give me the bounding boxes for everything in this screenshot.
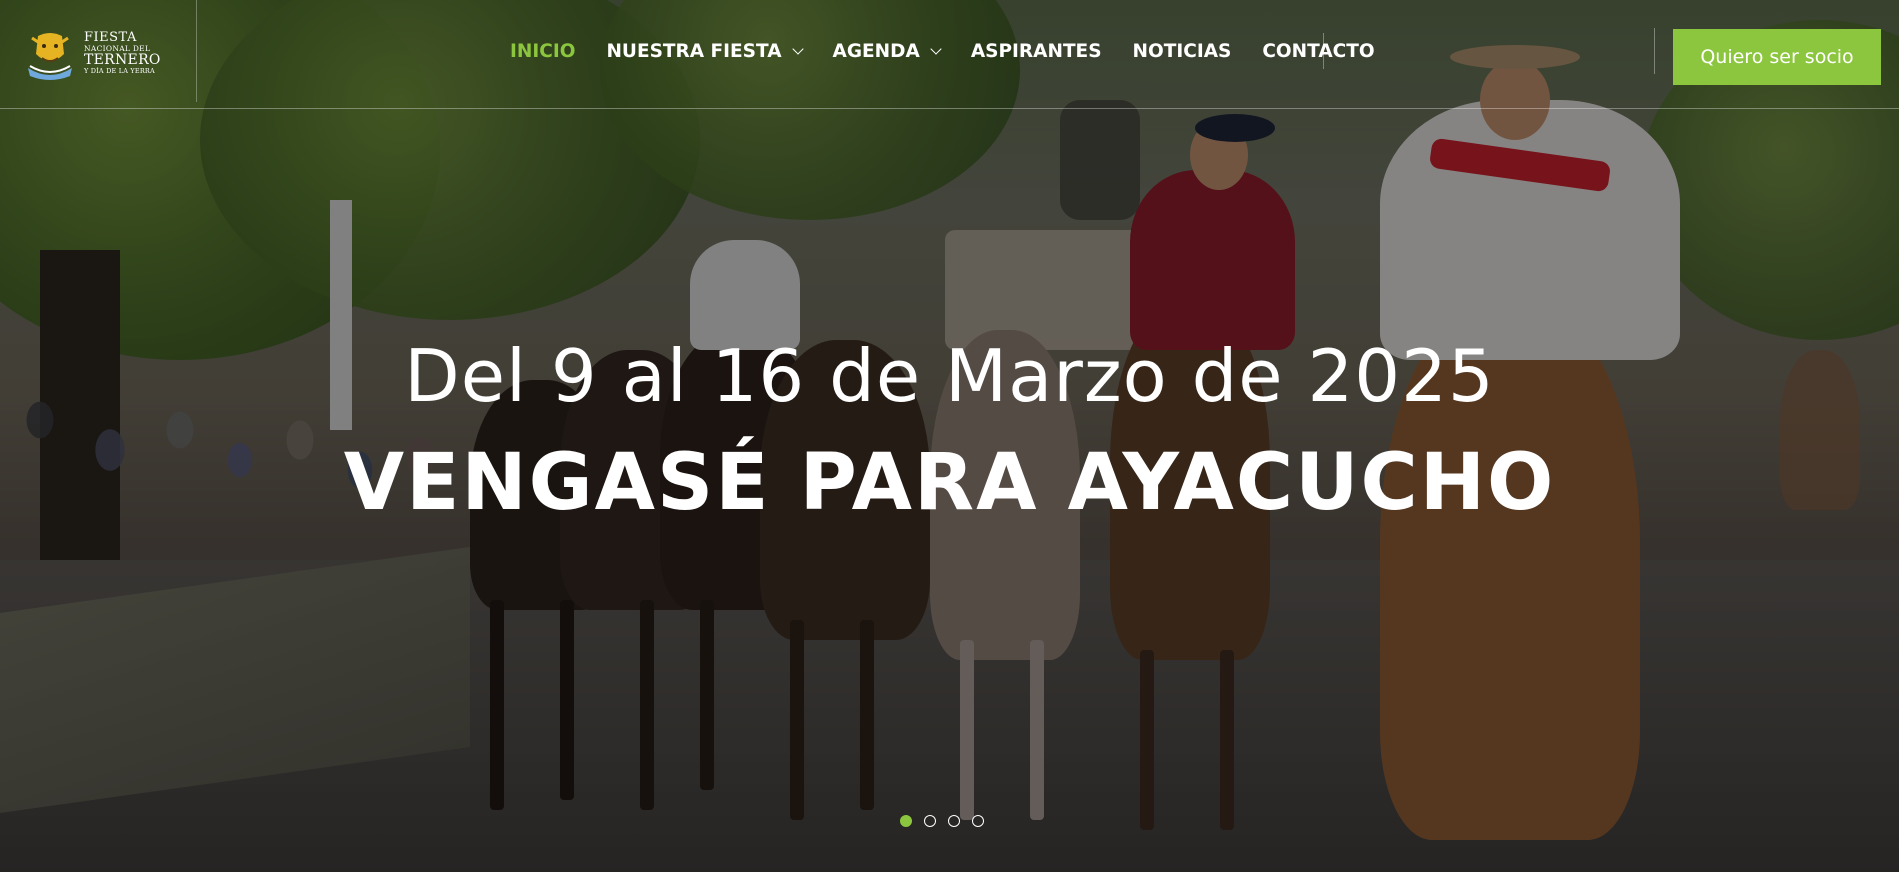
logo-text-line1: FIESTA bbox=[84, 30, 137, 46]
quiero-ser-socio-button[interactable]: Quiero ser socio bbox=[1673, 29, 1881, 85]
hero-title: VENGASÉ PARA AYACUCHO bbox=[343, 438, 1556, 528]
nav-item-inicio[interactable]: INICIO bbox=[510, 41, 575, 62]
cta-divider bbox=[1654, 28, 1655, 74]
nav-item-contacto[interactable]: CONTACTO bbox=[1262, 41, 1374, 62]
hero-section: FIESTA NACIONAL DEL TERNERO Y DÍA DE LA … bbox=[0, 0, 1899, 872]
site-logo[interactable]: FIESTA NACIONAL DEL TERNERO Y DÍA DE LA … bbox=[22, 26, 167, 80]
site-header: FIESTA NACIONAL DEL TERNERO Y DÍA DE LA … bbox=[0, 0, 1899, 109]
nav-divider bbox=[1323, 33, 1324, 69]
chevron-down-icon bbox=[791, 42, 804, 55]
logo-text-line3: TERNERO bbox=[84, 52, 161, 68]
nav-item-aspirantes[interactable]: ASPIRANTES bbox=[971, 41, 1102, 62]
slider-dot-2[interactable] bbox=[924, 815, 936, 827]
nav-item-nuestra-fiesta[interactable]: NUESTRA FIESTA bbox=[606, 41, 804, 62]
chevron-down-icon bbox=[930, 42, 942, 55]
calf-emblem-icon bbox=[22, 28, 78, 80]
slider-dot-3[interactable] bbox=[948, 815, 960, 827]
main-nav: INICIO NUESTRA FIESTA AGENDA ASPIRANTES … bbox=[510, 36, 1406, 66]
slider-pagination bbox=[900, 815, 996, 827]
hero-text: Del 9 al 16 de Marzo de 2025 VENGASÉ PAR… bbox=[0, 320, 1899, 522]
nav-item-noticias[interactable]: NOTICIAS bbox=[1133, 41, 1232, 62]
slider-dot-4[interactable] bbox=[972, 815, 984, 827]
slider-dot-1[interactable] bbox=[900, 815, 912, 827]
header-divider bbox=[196, 0, 197, 102]
logo-text-line4: Y DÍA DE LA YERRA bbox=[84, 66, 155, 75]
nav-item-agenda[interactable]: AGENDA bbox=[833, 41, 942, 62]
hero-subtitle: Del 9 al 16 de Marzo de 2025 bbox=[404, 334, 1495, 418]
